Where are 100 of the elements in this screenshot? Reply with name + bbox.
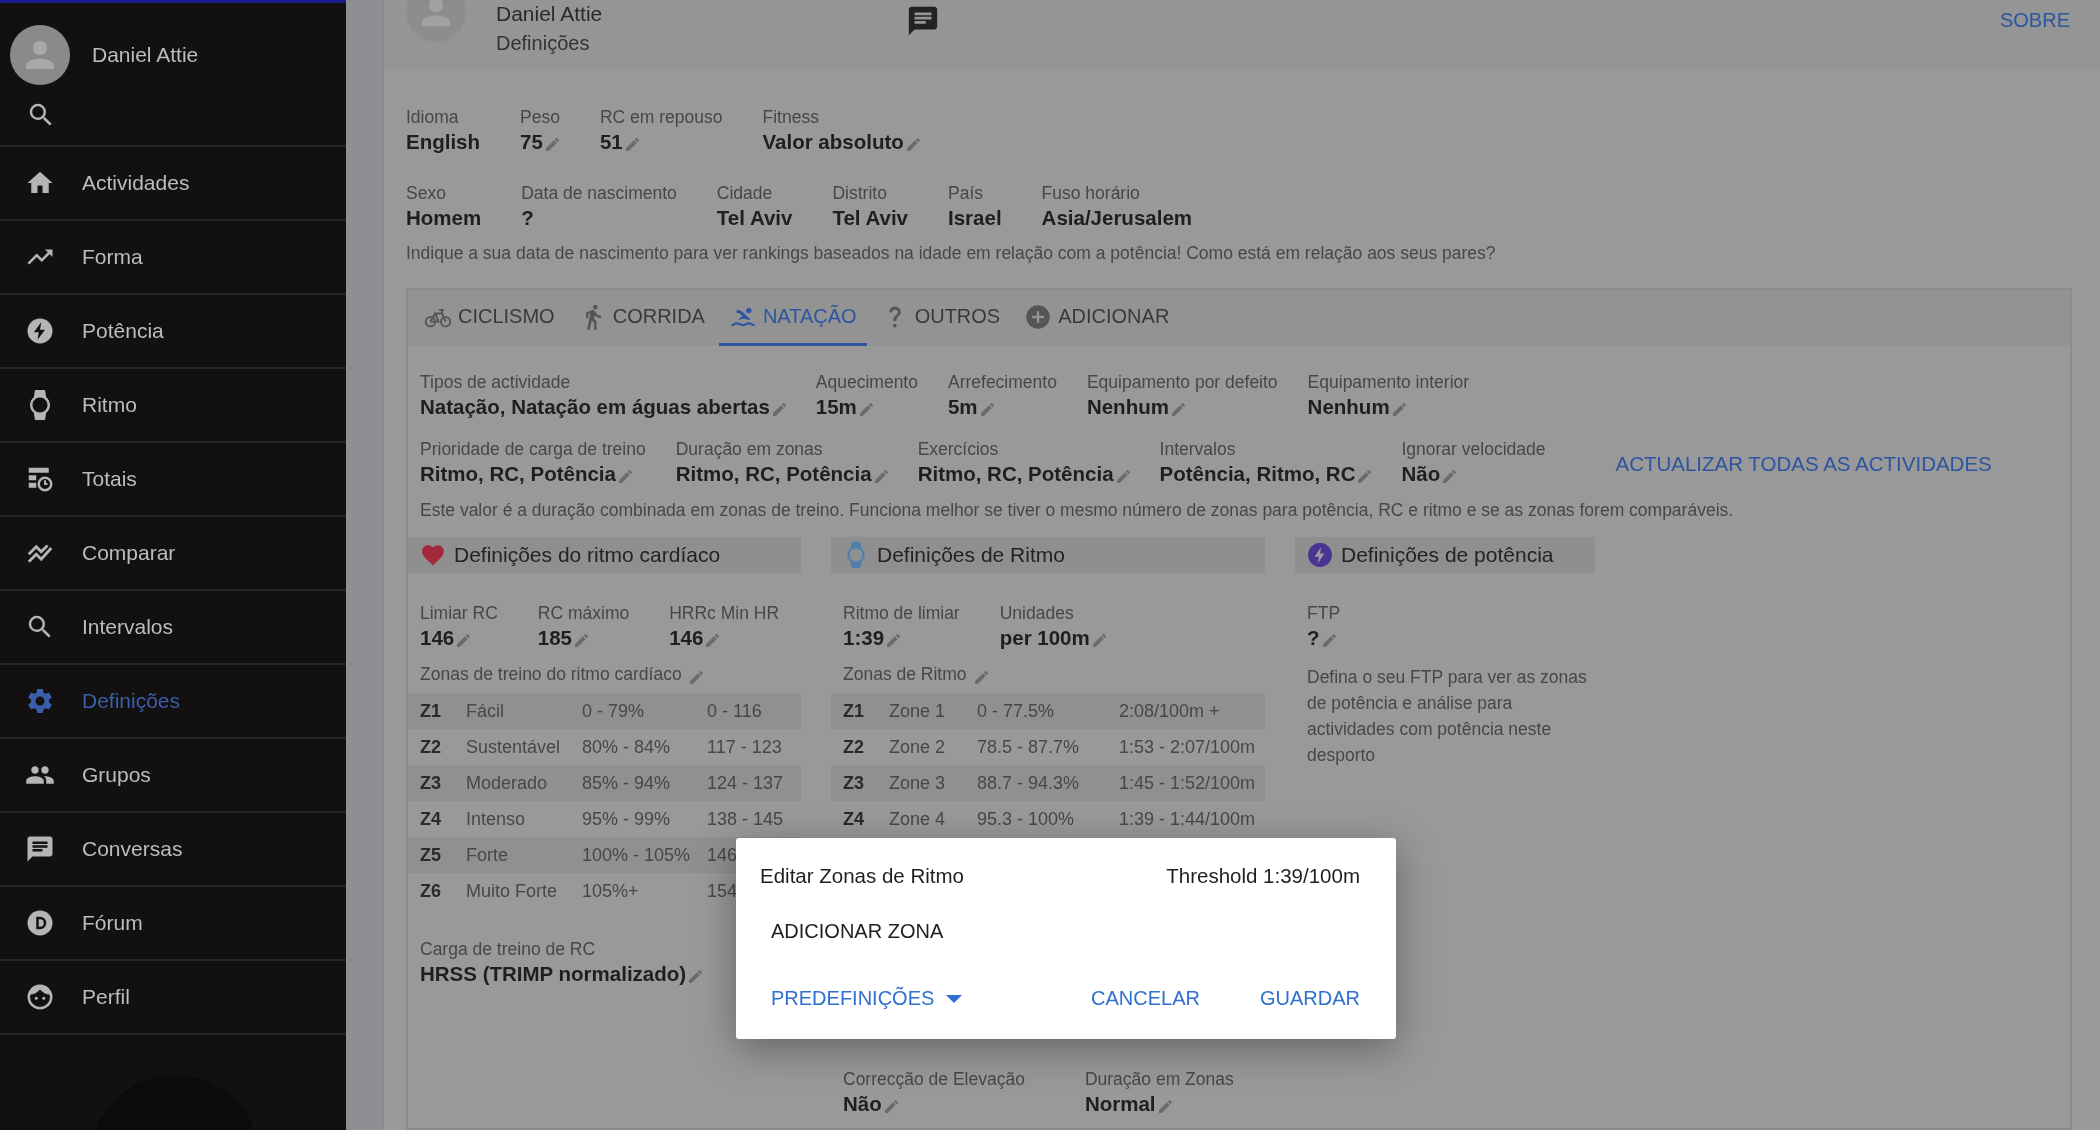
field-value: English — [406, 130, 481, 154]
table-cell-text: 146 — [707, 844, 739, 866]
table-cell-text: Zone 4 — [889, 808, 947, 830]
table-cell-text: 0 - 116 — [707, 700, 763, 722]
settings-icon — [25, 686, 55, 716]
field-label: Prioridade de carga de treino — [420, 439, 646, 460]
field-value: HRSS (TRIMP normalizado) — [420, 962, 687, 986]
edit-icon[interactable] — [772, 403, 786, 416]
lightning-icon — [25, 316, 55, 346]
presets-dropdown[interactable]: PREDEFINIÇÕES — [771, 983, 963, 1014]
field-label: Exercícios — [917, 439, 1000, 460]
field-value: Ritmo, RC, Potência — [675, 462, 872, 486]
field-label: Correcção de Elevação — [843, 1069, 1025, 1090]
field-value: Asia/Jerusalem — [1041, 206, 1192, 230]
cancel-button[interactable]: CANCELAR — [1091, 983, 1200, 1014]
user-name[interactable]: Daniel Attie — [92, 43, 199, 67]
field-label: RC máximo — [537, 603, 630, 624]
forum-icon — [25, 908, 55, 938]
edit-icon[interactable] — [1322, 634, 1336, 647]
edit-icon[interactable] — [1092, 634, 1106, 647]
sport-tab[interactable]: CICLISMO — [414, 290, 565, 346]
field-value: 146 — [669, 626, 704, 650]
table-cell-text: 2:08/100m + — [1119, 700, 1221, 722]
sport-tab[interactable]: ADICIONAR — [1014, 290, 1180, 346]
sport-tab[interactable]: OUTROS — [870, 290, 1011, 346]
table-cell-text: Zone 1 — [889, 700, 947, 722]
table-cell-text: Sustentável — [466, 736, 562, 758]
section-header: Definições de potência — [1295, 537, 1595, 573]
field-label: País — [948, 183, 985, 204]
field-label: Idioma — [406, 107, 460, 128]
table-cell-text: Z6 — [420, 880, 442, 902]
edit-icon[interactable] — [1392, 403, 1406, 416]
add-zone-button[interactable]: ADICIONAR ZONA — [771, 916, 944, 947]
edit-icon[interactable] — [1158, 1100, 1172, 1113]
dialog-title: Editar Zonas de Ritmo — [760, 864, 964, 888]
field-label: Distrito — [832, 183, 888, 204]
field-label: Duração em zonas — [675, 439, 824, 460]
section-header: Definições do ritmo cardíaco — [408, 537, 801, 573]
edit-icon[interactable] — [689, 670, 703, 684]
field-label: Intervalos — [1159, 439, 1237, 460]
field-value: ? — [521, 206, 534, 230]
field-value: Não — [1401, 462, 1441, 486]
field-label: Peso — [520, 107, 560, 128]
note-text: Este valor é a duração combinada em zonas de treino. Funciona melhor se tiver o mesmo número de zonas para potência, RC e ritmo e se as zonas forem comparáveis. — [420, 500, 1735, 521]
edit-icon[interactable] — [1171, 403, 1185, 416]
section-header: Definições de Ritmo — [831, 537, 1265, 573]
field-value: 75 — [520, 130, 543, 154]
avatar-icon[interactable] — [10, 25, 70, 85]
lightning-icon — [1307, 542, 1333, 568]
table-cell-text: 154 — [707, 880, 739, 902]
page-subtitle: Definições — [496, 32, 591, 55]
edit-icon[interactable] — [625, 138, 639, 151]
table-cell-text: Fácil — [466, 700, 505, 722]
edit-icon[interactable] — [980, 403, 994, 416]
edit-icon[interactable] — [1358, 470, 1372, 483]
field-value: Ritmo, RC, Potência — [420, 462, 616, 486]
threshold-text: Threshold 1:39/100m — [1166, 864, 1360, 888]
field-value: 185 — [537, 626, 572, 650]
table-cell-text: Z1 — [843, 700, 865, 722]
zones-label: Zonas de treino do ritmo cardíaco — [420, 664, 682, 685]
table-cell-text: 117 - 123 — [707, 736, 783, 758]
table-cell-text: 0 - 79% — [582, 700, 646, 722]
field-label: Sexo — [406, 183, 447, 204]
edit-icon[interactable] — [874, 470, 888, 483]
edit-icon[interactable] — [618, 470, 632, 483]
field-value: ? — [1307, 626, 1320, 650]
table-cell-text: 1:39 - 1:44/100m — [1119, 808, 1257, 830]
table-cell-text: Z2 — [843, 736, 865, 758]
field-value: Nenhum — [1086, 395, 1169, 419]
edit-icon[interactable] — [1116, 470, 1130, 483]
edit-icon[interactable] — [884, 1100, 898, 1113]
table-cell-text: 1:45 - 1:52/100m — [1119, 772, 1257, 794]
table-cell-text: Z2 — [420, 736, 442, 758]
edit-icon[interactable] — [906, 138, 920, 151]
table-cell-text: Zone 2 — [889, 736, 947, 758]
edit-icon[interactable] — [887, 634, 901, 647]
edit-icon[interactable] — [974, 670, 988, 684]
table-cell-text: Forte — [466, 844, 509, 866]
edit-icon[interactable] — [859, 403, 873, 416]
edit-icon[interactable] — [689, 970, 703, 983]
field-value: Valor absoluto — [762, 130, 904, 154]
edit-icon[interactable] — [457, 634, 471, 647]
face-icon — [25, 982, 55, 1012]
field-label: Fuso horário — [1041, 183, 1141, 204]
table-cell-text: Z4 — [843, 808, 865, 830]
edit-icon[interactable] — [545, 138, 559, 151]
sport-tab[interactable]: CORRIDA — [568, 290, 715, 346]
edit-icon[interactable] — [706, 634, 720, 647]
field-value: Tel Aviv — [716, 206, 793, 230]
table-cell-text: 0 - 77.5% — [977, 700, 1056, 722]
edit-icon[interactable] — [1443, 470, 1457, 483]
hint-text: Indique a sua data de nascimento para ver rankings baseados na idade em relação com a potência! Como está em relação aos seus pares? — [406, 243, 1497, 264]
field-value: 15m — [815, 395, 857, 419]
field-value: Ritmo, RC, Potência — [917, 462, 1114, 486]
table-cell-text: Zone 3 — [889, 772, 947, 794]
table-cell-text: 95.3 - 100% — [977, 808, 1076, 830]
edit-icon[interactable] — [575, 634, 588, 647]
save-button[interactable]: GUARDAR — [1260, 983, 1360, 1014]
table-cell-text: Z4 — [420, 808, 442, 830]
field-label: HRRc Min HR — [669, 603, 780, 624]
